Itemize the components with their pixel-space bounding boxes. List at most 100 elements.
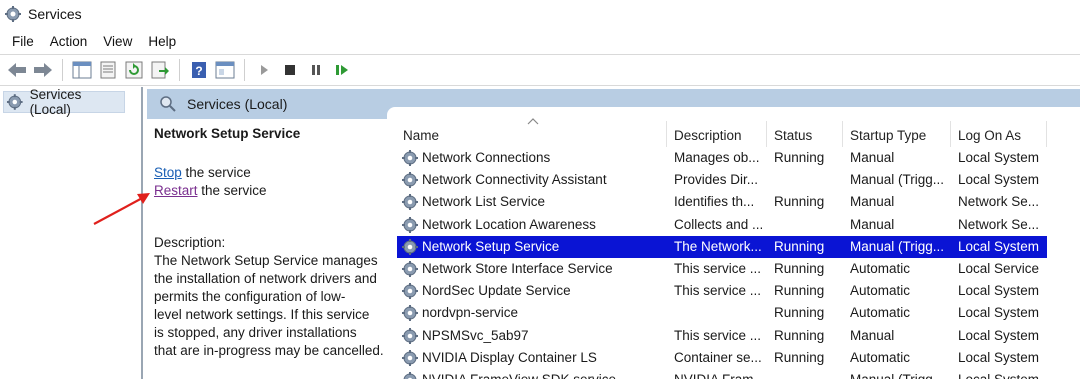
service-status-cell: Running: [774, 327, 825, 343]
service-logon-cell: Local System: [958, 327, 1040, 343]
table-row[interactable]: nordvpn-service Running Automatic Local Sys…: [397, 302, 1047, 324]
description-line: level network settings. If this service: [154, 307, 370, 322]
table-row[interactable]: NVIDIA Display Container LS Container se.…: [397, 347, 1047, 369]
refresh-icon[interactable]: [123, 59, 145, 81]
menu-view[interactable]: View: [95, 32, 140, 51]
content-header-title: Services (Local): [187, 96, 288, 112]
stop-action: Stop the service: [154, 165, 251, 180]
menu-action[interactable]: Action: [42, 32, 96, 51]
annotation-arrow: [93, 193, 150, 225]
view-icon[interactable]: [214, 59, 236, 81]
console-tree-icon[interactable]: [71, 59, 93, 81]
properties-icon[interactable]: [97, 59, 119, 81]
pause-icon[interactable]: [305, 59, 327, 81]
service-name-cell: Network Setup Service: [422, 238, 560, 254]
service-gear-icon: [401, 216, 419, 237]
service-name-cell: Network Store Interface Service: [422, 261, 613, 276]
service-description-cell: This service ...: [674, 283, 762, 299]
service-startup-cell: Manual (Trigg...: [850, 172, 945, 188]
service-startup-cell: Automatic: [850, 305, 911, 321]
service-logon-cell: Local System: [958, 172, 1040, 188]
service-name-cell: Network Location Awareness: [422, 216, 596, 232]
description-line: permits the configuration of low-: [154, 289, 346, 304]
selected-service-name: Network Setup Service: [154, 126, 301, 141]
service-logon-cell: Local System: [958, 238, 1040, 254]
help-icon[interactable]: ?: [188, 59, 210, 81]
service-startup-cell: Manual: [850, 327, 895, 343]
table-row[interactable]: NPSMSvc_5ab97 This service ... Running Manu…: [397, 325, 1047, 347]
service-startup-cell: Automatic: [850, 349, 911, 365]
sort-caret-icon: [527, 118, 539, 125]
table-row[interactable]: Network Connections Manages ob... Running M…: [397, 147, 1047, 169]
menu-bar: File Action View Help: [0, 30, 184, 52]
service-gear-icon: [401, 349, 419, 370]
service-gear-icon: [401, 260, 419, 281]
column-header-startup-type[interactable]: Startup Type: [850, 124, 926, 146]
service-name-cell: nordvpn-service: [422, 305, 519, 321]
column-divider[interactable]: [666, 121, 667, 147]
column-header-name[interactable]: Name: [403, 124, 439, 146]
column-divider[interactable]: [1046, 121, 1047, 147]
service-startup-cell: Automatic: [850, 261, 911, 276]
service-startup-cell: Manual (Trigg...: [850, 238, 945, 254]
service-description-cell: Identifies th...: [674, 194, 755, 210]
service-status-cell: Running: [774, 349, 825, 365]
column-header-description[interactable]: Description: [674, 124, 742, 146]
table-row[interactable]: Network Store Interface Service This serv…: [397, 258, 1047, 280]
service-description-cell: Manages ob...: [674, 150, 760, 165]
stop-icon[interactable]: [279, 59, 301, 81]
description-line: The Network Setup Service manages: [154, 253, 378, 268]
service-status-cell: Running: [774, 194, 825, 210]
description-label: Description:: [154, 235, 226, 250]
forward-arrow-icon[interactable]: [32, 59, 54, 81]
menu-file[interactable]: File: [4, 32, 42, 51]
service-startup-cell: Manual: [850, 216, 895, 232]
table-row[interactable]: Network Connectivity Assistant Provides D…: [397, 169, 1047, 191]
table-row[interactable]: Network Setup Service The Network... Runni…: [397, 235, 1047, 258]
stop-action-suffix: the service: [181, 165, 251, 180]
table-row[interactable]: Network List Service Identifies th... Runn…: [397, 191, 1047, 213]
export-list-icon[interactable]: [149, 59, 171, 81]
start-icon[interactable]: [253, 59, 275, 81]
column-divider[interactable]: [766, 121, 767, 147]
table-row[interactable]: Network Location Awareness Collects and .…: [397, 214, 1047, 236]
column-header-log-on-as[interactable]: Log On As: [958, 124, 1021, 146]
column-divider[interactable]: [950, 121, 951, 147]
service-status-cell: Running: [774, 283, 825, 299]
service-logon-cell: Local Service: [958, 261, 1040, 276]
service-name-cell: Network Connectivity Assistant: [422, 172, 607, 188]
service-gear-icon: [401, 304, 419, 325]
service-logon-cell: Network Se...: [958, 194, 1040, 210]
services-gear-icon: [5, 6, 21, 22]
services-gear-icon: [6, 94, 23, 110]
service-name-cell: NordSec Update Service: [422, 283, 571, 299]
tree-item-services-local[interactable]: Services (Local): [3, 87, 125, 117]
service-description-cell: Provides Dir...: [674, 172, 759, 188]
column-header-status[interactable]: Status: [774, 124, 812, 146]
toolbar-separator: [179, 59, 180, 81]
back-arrow-icon[interactable]: [6, 59, 28, 81]
service-name-cell: NVIDIA FrameView SDK service: [422, 372, 670, 379]
description-line: is stopped, any driver installations: [154, 325, 357, 340]
service-startup-cell: Manual: [850, 194, 895, 210]
description-line: the installation of network drivers and: [154, 271, 377, 286]
restart-service-link[interactable]: Restart: [154, 183, 198, 198]
service-gear-icon: [401, 371, 419, 379]
service-description-cell: Container se...: [674, 349, 762, 365]
service-status-cell: Running: [774, 261, 825, 276]
services-list: Name Description Status Startup Type Log…: [387, 107, 1080, 379]
restart-action-suffix: the service: [197, 183, 267, 198]
tree-item-label: Services (Local): [29, 87, 82, 117]
service-status-cell: Running: [774, 238, 825, 254]
column-divider[interactable]: [842, 121, 843, 147]
toolbar-separator: [62, 59, 63, 81]
service-status-cell: Running: [774, 150, 825, 165]
service-name-cell: NVIDIA Display Container LS: [422, 349, 597, 365]
table-row[interactable]: NVIDIA FrameView SDK service NVIDIA Fram.…: [397, 369, 1047, 379]
restart-icon[interactable]: [331, 59, 353, 81]
service-logon-cell: Local System: [958, 150, 1040, 165]
service-startup-cell: Automatic: [850, 283, 911, 299]
stop-service-link[interactable]: Stop: [154, 165, 182, 180]
menu-help[interactable]: Help: [140, 32, 184, 51]
table-row[interactable]: NordSec Update Service This service ... Ru…: [397, 280, 1047, 302]
